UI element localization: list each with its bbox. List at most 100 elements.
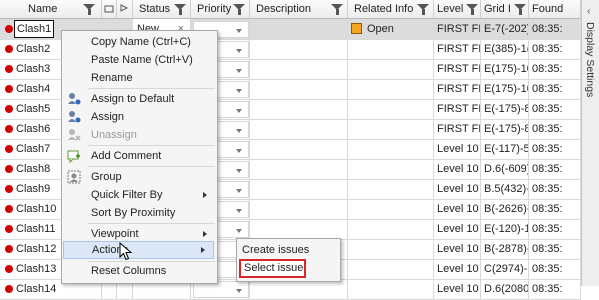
filter-icon[interactable] [331,4,343,15]
menu-paste-name[interactable]: Paste Name (Ctrl+V) [62,51,215,70]
row-related-cell[interactable] [348,259,434,279]
row-grid-cell[interactable]: E(-175)-8( [481,119,529,139]
row-grid-cell[interactable]: E(175)-10 [481,59,529,79]
row-level-cell[interactable]: FIRST FLO [434,19,481,39]
row-description-cell[interactable] [250,59,348,79]
row-description-cell[interactable] [250,179,348,199]
filter-icon[interactable] [466,4,478,15]
row-level-cell[interactable]: Level 10 ( [434,199,481,219]
filter-icon[interactable] [514,4,526,15]
col-header-comments[interactable] [102,0,117,19]
row-grid-cell[interactable]: D.6(2080) [481,279,529,299]
row-found-cell[interactable]: 08:35: [529,139,581,159]
row-grid-cell[interactable]: B.5(432)-5 [481,179,529,199]
row-found-cell[interactable]: 08:35: [529,39,581,59]
menu-group[interactable]: Group [62,168,215,187]
row-description-cell[interactable] [250,199,348,219]
row-found-cell[interactable]: 08:35: [529,179,581,199]
row-level-cell[interactable]: Level 10 ( [434,179,481,199]
row-grid-cell[interactable]: C(2974)-10 [481,259,529,279]
submenu-create-issues[interactable]: Create issues [237,241,338,260]
filter-icon[interactable] [417,4,429,15]
col-header-flag[interactable] [117,0,133,19]
row-description-cell[interactable] [250,139,348,159]
row-related-cell[interactable] [348,79,434,99]
row-found-cell[interactable]: 08:35: [529,279,581,299]
filter-icon[interactable] [174,4,186,15]
row-grid-cell[interactable]: E(-117)-5.5 [481,139,529,159]
row-level-cell[interactable]: Level 10 ( [434,239,481,259]
row-grid-cell[interactable]: B(-2626)-1 [481,199,529,219]
filter-icon[interactable] [83,4,95,15]
menu-assign-default[interactable]: Assign to Default [62,90,215,109]
row-level-cell[interactable]: Level 10 ( [434,279,481,299]
col-header-found[interactable]: Found [529,0,581,19]
row-grid-cell[interactable]: E(175)-10 [481,79,529,99]
row-description-cell[interactable] [250,119,348,139]
row-description-cell[interactable] [250,159,348,179]
menu-rename[interactable]: Rename [62,69,215,88]
row-description-cell[interactable] [250,279,348,299]
menu-sort-proximity[interactable]: Sort By Proximity [62,204,215,223]
row-related-cell[interactable] [348,119,434,139]
row-level-cell[interactable]: Level 10 ( [434,139,481,159]
row-related-cell[interactable] [348,279,434,299]
row-related-cell[interactable] [348,179,434,199]
col-header-description[interactable]: Description [250,0,348,19]
row-found-cell[interactable]: 08:35: [529,59,581,79]
menu-actions[interactable]: Actions [63,241,214,259]
row-level-cell[interactable]: FIRST FLO [434,119,481,139]
col-header-related-info[interactable]: Related Info [348,0,434,19]
row-level-cell[interactable]: FIRST FLO [434,99,481,119]
menu-assign[interactable]: Assign [62,108,215,127]
menu-reset-columns[interactable]: Reset Columns [62,262,215,281]
row-found-cell[interactable]: 08:35: [529,159,581,179]
row-level-cell[interactable]: Level 10 ( [434,159,481,179]
row-description-cell[interactable] [250,99,348,119]
row-description-cell[interactable] [250,19,348,39]
row-level-cell[interactable]: FIRST FLO [434,39,481,59]
row-grid-cell[interactable]: E(-175)-8( [481,99,529,119]
row-related-cell[interactable] [348,99,434,119]
row-related-cell[interactable] [348,159,434,179]
row-found-cell[interactable]: 08:35: [529,19,581,39]
row-level-cell[interactable]: Level 10 ( [434,219,481,239]
row-related-cell[interactable] [348,199,434,219]
row-found-cell[interactable]: 08:35: [529,259,581,279]
row-level-cell[interactable]: FIRST FLO [434,79,481,99]
row-grid-cell[interactable]: E(385)-1( [481,39,529,59]
menu-quick-filter[interactable]: Quick Filter By [62,186,215,205]
row-related-cell[interactable] [348,139,434,159]
col-header-status[interactable]: Status [133,0,191,19]
row-grid-cell[interactable]: D.6(-609) [481,159,529,179]
row-description-cell[interactable] [250,219,348,239]
row-description-cell[interactable] [250,39,348,59]
row-grid-cell[interactable]: B(-2878)-1 [481,239,529,259]
row-description-cell[interactable] [250,79,348,99]
row-found-cell[interactable]: 08:35: [529,119,581,139]
col-header-grid[interactable]: Grid I [481,0,529,19]
row-level-cell[interactable]: Level 10 ( [434,259,481,279]
row-found-cell[interactable]: 08:35: [529,99,581,119]
display-settings-tab[interactable]: Display Settings [584,22,596,97]
row-related-cell[interactable] [348,39,434,59]
menu-copy-name[interactable]: Copy Name (Ctrl+C) [62,33,215,52]
row-related-cell[interactable] [348,219,434,239]
menu-add-comment[interactable]: Add Comment [62,147,215,166]
row-related-cell[interactable] [348,239,434,259]
filter-icon[interactable] [233,4,245,15]
side-panel[interactable]: ‹ Display Settings [581,0,599,286]
row-related-cell[interactable] [348,59,434,79]
row-related-cell[interactable]: Open [348,19,434,39]
row-grid-cell[interactable]: E-7(-202) [481,19,529,39]
submenu-select-issue[interactable]: Select issue [239,259,306,278]
row-level-cell[interactable]: FIRST FLO [434,59,481,79]
row-found-cell[interactable]: 08:35: [529,219,581,239]
row-found-cell[interactable]: 08:35: [529,79,581,99]
col-header-name[interactable]: Name [0,0,102,19]
row-found-cell[interactable]: 08:35: [529,239,581,259]
col-header-level[interactable]: Level [434,0,481,19]
row-found-cell[interactable]: 08:35: [529,199,581,219]
col-header-priority[interactable]: Priority [191,0,250,19]
row-grid-cell[interactable]: E(-120)-12 [481,219,529,239]
